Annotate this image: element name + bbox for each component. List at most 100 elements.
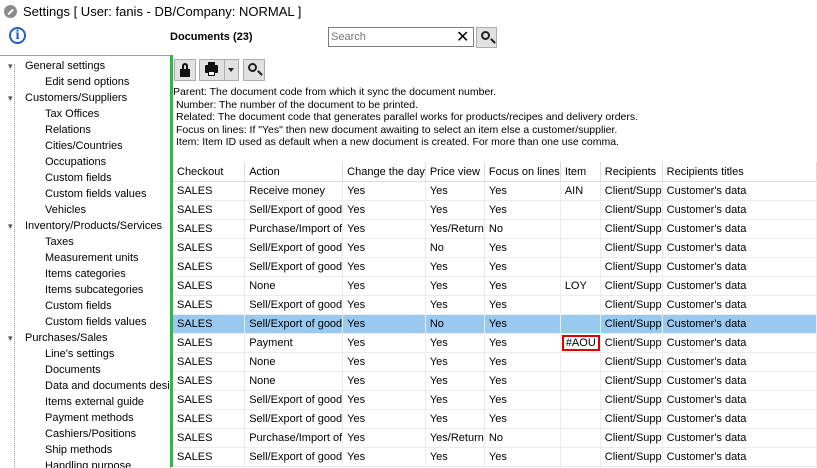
tree-item[interactable]: Cities/Countries (45, 140, 123, 152)
tree-group[interactable]: Inventory/Products/Services (25, 220, 162, 232)
tree-item[interactable]: Items categories (45, 268, 126, 280)
table-cell[interactable]: Purchase/Import of (244, 219, 344, 239)
table-cell[interactable]: SALES (173, 390, 246, 410)
table-cell[interactable]: Yes (425, 390, 485, 410)
table-cell[interactable]: Yes (342, 390, 426, 410)
table-cell[interactable]: Yes (484, 314, 561, 334)
tree-item[interactable]: Tax Offices (45, 108, 99, 120)
table-cell[interactable]: Customer's data (662, 238, 817, 258)
table-row[interactable]: SALES Sell/Export of good Yes No Yes Client/S… (173, 314, 817, 334)
table-cell[interactable]: SALES (173, 200, 246, 220)
table-cell[interactable]: Sell/Export of good (244, 238, 344, 258)
table-cell[interactable]: Yes (484, 200, 561, 220)
table-cell[interactable] (560, 257, 601, 277)
tree-group[interactable]: General settings (25, 60, 105, 72)
table-cell[interactable]: Yes (425, 447, 485, 467)
table-cell[interactable]: Yes (484, 333, 561, 353)
table-cell[interactable]: Yes (425, 352, 485, 372)
table-cell[interactable]: Customer's data (662, 295, 817, 315)
table-cell[interactable]: Sell/Export of good (244, 257, 344, 277)
table-cell[interactable]: AIN (560, 181, 601, 201)
table-cell[interactable]: SALES (173, 371, 246, 391)
table-cell[interactable] (560, 219, 601, 239)
table-cell[interactable]: Yes (342, 333, 426, 353)
table-cell[interactable]: Yes (342, 276, 426, 296)
table-cell[interactable]: Customer's data (662, 276, 817, 296)
table-cell[interactable]: SALES (173, 409, 246, 429)
expand-toggle-icon[interactable]: ▾ (8, 333, 13, 344)
table-row[interactable]: SALES Sell/Export of good Yes Yes Yes Client/… (173, 295, 817, 315)
table-cell[interactable]: Yes (342, 200, 426, 220)
table-cell[interactable]: Yes (484, 371, 561, 391)
chevron-down-icon[interactable] (228, 68, 234, 72)
table-cell[interactable]: Yes (425, 276, 485, 296)
table-cell[interactable]: Customer's data (662, 314, 817, 334)
table-cell[interactable] (560, 390, 601, 410)
table-cell[interactable]: SALES (173, 352, 246, 372)
tree-item[interactable]: Documents (45, 364, 101, 376)
table-cell[interactable]: Client/Supp (600, 238, 663, 258)
table-cell[interactable]: Client/Supp (600, 333, 663, 353)
table-cell[interactable]: Yes (342, 257, 426, 277)
tree-item[interactable]: Occupations (45, 156, 106, 168)
table-cell[interactable] (560, 428, 601, 448)
table-cell[interactable] (560, 314, 601, 334)
table-cell[interactable]: Customer's data (662, 200, 817, 220)
table-cell[interactable]: Yes (425, 409, 485, 429)
column-header[interactable]: Change the day (342, 162, 426, 182)
table-cell[interactable]: SALES (173, 295, 246, 315)
table-cell[interactable]: Yes (484, 390, 561, 410)
table-cell[interactable]: Yes (484, 257, 561, 277)
table-cell[interactable] (560, 238, 601, 258)
table-cell[interactable]: Client/Supp (600, 428, 663, 448)
table-cell[interactable]: Customer's data (662, 390, 817, 410)
info-icon[interactable]: i (9, 27, 26, 44)
table-cell[interactable]: No (484, 219, 561, 239)
table-cell[interactable]: Sell/Export of good (244, 409, 344, 429)
table-cell[interactable]: Client/Supp (600, 371, 663, 391)
tree-item[interactable]: Cashiers/Positions (45, 428, 136, 440)
search-button[interactable] (476, 27, 497, 48)
table-cell[interactable]: Customer's data (662, 409, 817, 429)
table-cell[interactable]: Client/Supp (600, 390, 663, 410)
table-row[interactable]: SALES None Yes Yes Yes LOY Client/Supp Customer… (173, 276, 817, 296)
table-cell[interactable] (560, 371, 601, 391)
table-cell[interactable]: Yes (484, 352, 561, 372)
table-cell[interactable]: Payment (244, 333, 344, 353)
print-button[interactable] (199, 59, 239, 81)
table-cell[interactable]: Yes (342, 352, 426, 372)
tree-item[interactable]: Relations (45, 124, 91, 136)
table-row[interactable]: SALES Sell/Export of good Yes Yes Yes Client/… (173, 200, 817, 220)
tree-item[interactable]: Custom fields (45, 300, 112, 312)
settings-tree[interactable]: ▾ General settings Edit send options ▾ Custo… (0, 55, 171, 468)
table-cell[interactable] (560, 295, 601, 315)
table-row[interactable]: SALES Sell/Export of good Yes No Yes Client/S… (173, 238, 817, 258)
table-cell[interactable]: No (484, 428, 561, 448)
table-row[interactable]: SALES None Yes Yes Yes Client/Supp Customer's … (173, 352, 817, 372)
table-cell[interactable]: Client/Supp (600, 447, 663, 467)
tree-group[interactable]: Purchases/Sales (25, 332, 108, 344)
table-row[interactable]: SALES Sell/Export of good Yes Yes Yes Client/… (173, 409, 817, 429)
table-cell[interactable]: Yes (484, 276, 561, 296)
table-cell[interactable]: Client/Supp (600, 200, 663, 220)
table-cell[interactable]: Yes (484, 409, 561, 429)
table-cell[interactable]: SALES (173, 314, 246, 334)
table-cell[interactable]: Yes (484, 447, 561, 467)
table-cell[interactable]: SALES (173, 333, 246, 353)
table-cell[interactable]: Yes (425, 333, 485, 353)
tree-item[interactable]: Taxes (45, 236, 74, 248)
table-cell[interactable]: Yes (342, 371, 426, 391)
table-cell[interactable]: SALES (173, 428, 246, 448)
table-cell[interactable]: Client/Supp (600, 219, 663, 239)
table-cell[interactable]: Customer's data (662, 181, 817, 201)
table-cell[interactable]: Sell/Export of good (244, 314, 344, 334)
expand-toggle-icon[interactable]: ▾ (8, 221, 13, 232)
table-cell[interactable]: SALES (173, 276, 246, 296)
table-cell[interactable]: Yes (342, 181, 426, 201)
table-cell[interactable]: Customer's data (662, 447, 817, 467)
table-cell[interactable]: Yes (342, 295, 426, 315)
column-header[interactable]: Recipients (600, 162, 663, 182)
table-cell[interactable]: Yes (484, 181, 561, 201)
table-cell[interactable]: Yes (342, 314, 426, 334)
table-cell[interactable]: #AOU (560, 333, 601, 353)
